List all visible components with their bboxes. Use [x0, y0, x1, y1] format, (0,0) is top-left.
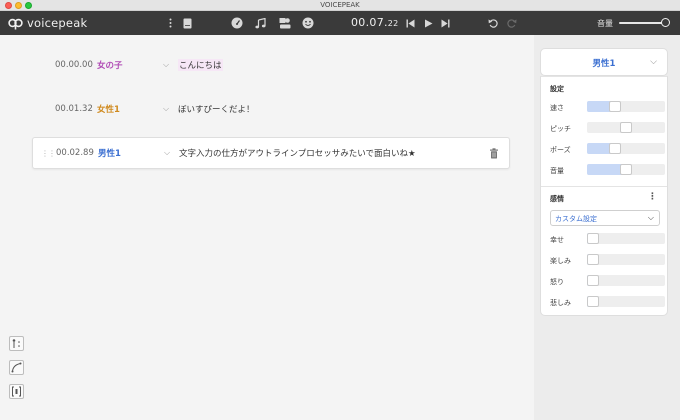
volume-label: 音量 [597, 19, 613, 28]
script-row-selected[interactable]: ⋮⋮ 00.02.89 男性1 ⌵ 文字入力の仕方がアウトラインプロセッサみたい… [32, 137, 510, 169]
window-titlebar: VOICEPEAK [0, 0, 680, 11]
emotion-slider[interactable] [587, 233, 665, 244]
voicepeak-logo-icon [8, 18, 23, 29]
playback-time: 00.07.22 [351, 16, 399, 29]
redo-icon[interactable] [506, 17, 518, 29]
slider-knob[interactable] [620, 164, 632, 175]
param-slider[interactable] [587, 143, 665, 154]
row-text[interactable]: こんにちは [178, 59, 223, 71]
slider-knob[interactable] [587, 254, 599, 265]
slider-knob[interactable] [587, 275, 599, 286]
chevron-down-icon[interactable]: ⌵ [163, 104, 169, 114]
section-divider [541, 186, 667, 187]
param-label: 音量 [550, 167, 564, 175]
music-note-icon[interactable] [254, 17, 266, 29]
script-row[interactable]: 00.01.32 女性1 ⌵ ぼいすぴーくだよ！ [32, 93, 510, 125]
chevron-down-icon[interactable]: ⌵ [163, 60, 169, 70]
row-speaker[interactable]: 男性1 [98, 147, 121, 159]
row-speaker[interactable]: 女性1 [97, 103, 120, 115]
trash-icon[interactable] [489, 147, 499, 159]
insert-pause-tool-button[interactable] [9, 336, 24, 351]
volume-slider-knob[interactable] [661, 18, 670, 27]
smiley-icon[interactable] [302, 17, 314, 29]
emotion-section-title: 感情 [550, 195, 564, 203]
settings-section-title: 設定 [550, 85, 564, 93]
row-text[interactable]: ぼいすぴーくだよ！ [178, 103, 255, 115]
play-icon[interactable] [422, 17, 434, 29]
slider-knob[interactable] [620, 122, 632, 133]
curve-icon [11, 362, 22, 373]
skip-forward-icon[interactable] [439, 17, 451, 29]
parameters-card: 設定 速さ ピッチ ポーズ 音量 感情 ⋮ カスタム設定 ⌵ 幸せ 楽しみ 怒り… [540, 76, 668, 316]
slider-knob[interactable] [609, 143, 621, 154]
emotion-label: 悲しみ [550, 299, 571, 307]
undo-icon[interactable] [487, 17, 499, 29]
emotion-slider[interactable] [587, 296, 665, 307]
time-fraction: 22 [387, 19, 399, 28]
row-time: 00.02.89 [56, 148, 94, 158]
script-row[interactable]: 00.00.00 女の子 ⌵ こんにちは [32, 49, 510, 81]
param-label: ピッチ [550, 125, 571, 133]
chevron-down-icon[interactable]: ⌵ [164, 148, 170, 158]
row-text[interactable]: 文字入力の仕方がアウトラインプロセッサみたいで面白いね★ [179, 147, 416, 159]
pause-marker-icon [12, 339, 20, 348]
emotion-label: 怒り [550, 278, 564, 286]
emotion-preset-dropdown[interactable]: カスタム設定 ⌵ [550, 210, 660, 226]
menu-kebab-icon[interactable] [164, 17, 176, 29]
slider-knob[interactable] [609, 101, 621, 112]
slider-knob[interactable] [587, 233, 599, 244]
book-icon[interactable] [181, 17, 193, 29]
selected-voice[interactable]: 男性1 [541, 57, 667, 69]
param-slider[interactable] [587, 164, 665, 175]
chevron-down-icon: ⌵ [647, 213, 654, 222]
row-time: 00.01.32 [55, 104, 93, 114]
param-label: ポーズ [550, 146, 571, 154]
voice-settings-panel: 男性1 ⌵ 設定 速さ ピッチ ポーズ 音量 感情 ⋮ カスタム設定 ⌵ 幸せ [534, 35, 680, 420]
chevron-down-icon[interactable]: ⌵ [650, 57, 657, 67]
emotion-slider[interactable] [587, 254, 665, 265]
app-logo: voicepeak [8, 15, 87, 31]
voice-selector[interactable]: 男性1 ⌵ [540, 48, 668, 76]
width-tool-button[interactable] [9, 384, 24, 399]
skip-back-icon[interactable] [404, 17, 416, 29]
time-main: 00.07. [351, 16, 388, 29]
emotion-preset-value: カスタム設定 [555, 215, 597, 223]
emotion-label: 幸せ [550, 236, 564, 244]
emotion-label: 楽しみ [550, 257, 571, 265]
emotion-slider[interactable] [587, 275, 665, 286]
main-toolbar: voicepeak 00.07.22 音量 [0, 11, 680, 35]
row-speaker[interactable]: 女の子 [97, 59, 123, 71]
param-label: 速さ [550, 104, 564, 112]
drag-handle-icon[interactable]: ⋮⋮ [41, 149, 56, 158]
slider-knob[interactable] [587, 296, 599, 307]
window-title: VOICEPEAK [320, 1, 360, 9]
curve-tool-button[interactable] [9, 360, 24, 375]
param-slider[interactable] [587, 101, 665, 112]
script-editor: 00.00.00 女の子 ⌵ こんにちは 00.01.32 女性1 ⌵ ぼいすぴ… [0, 35, 534, 420]
speedometer-icon[interactable] [231, 17, 243, 29]
row-time: 00.00.00 [55, 60, 93, 70]
bracket-width-icon [12, 386, 21, 397]
emotion-menu-kebab-icon[interactable]: ⋮ [648, 192, 657, 202]
app-name: voicepeak [27, 16, 88, 30]
character-icon[interactable] [279, 17, 291, 29]
param-slider[interactable] [587, 122, 665, 133]
